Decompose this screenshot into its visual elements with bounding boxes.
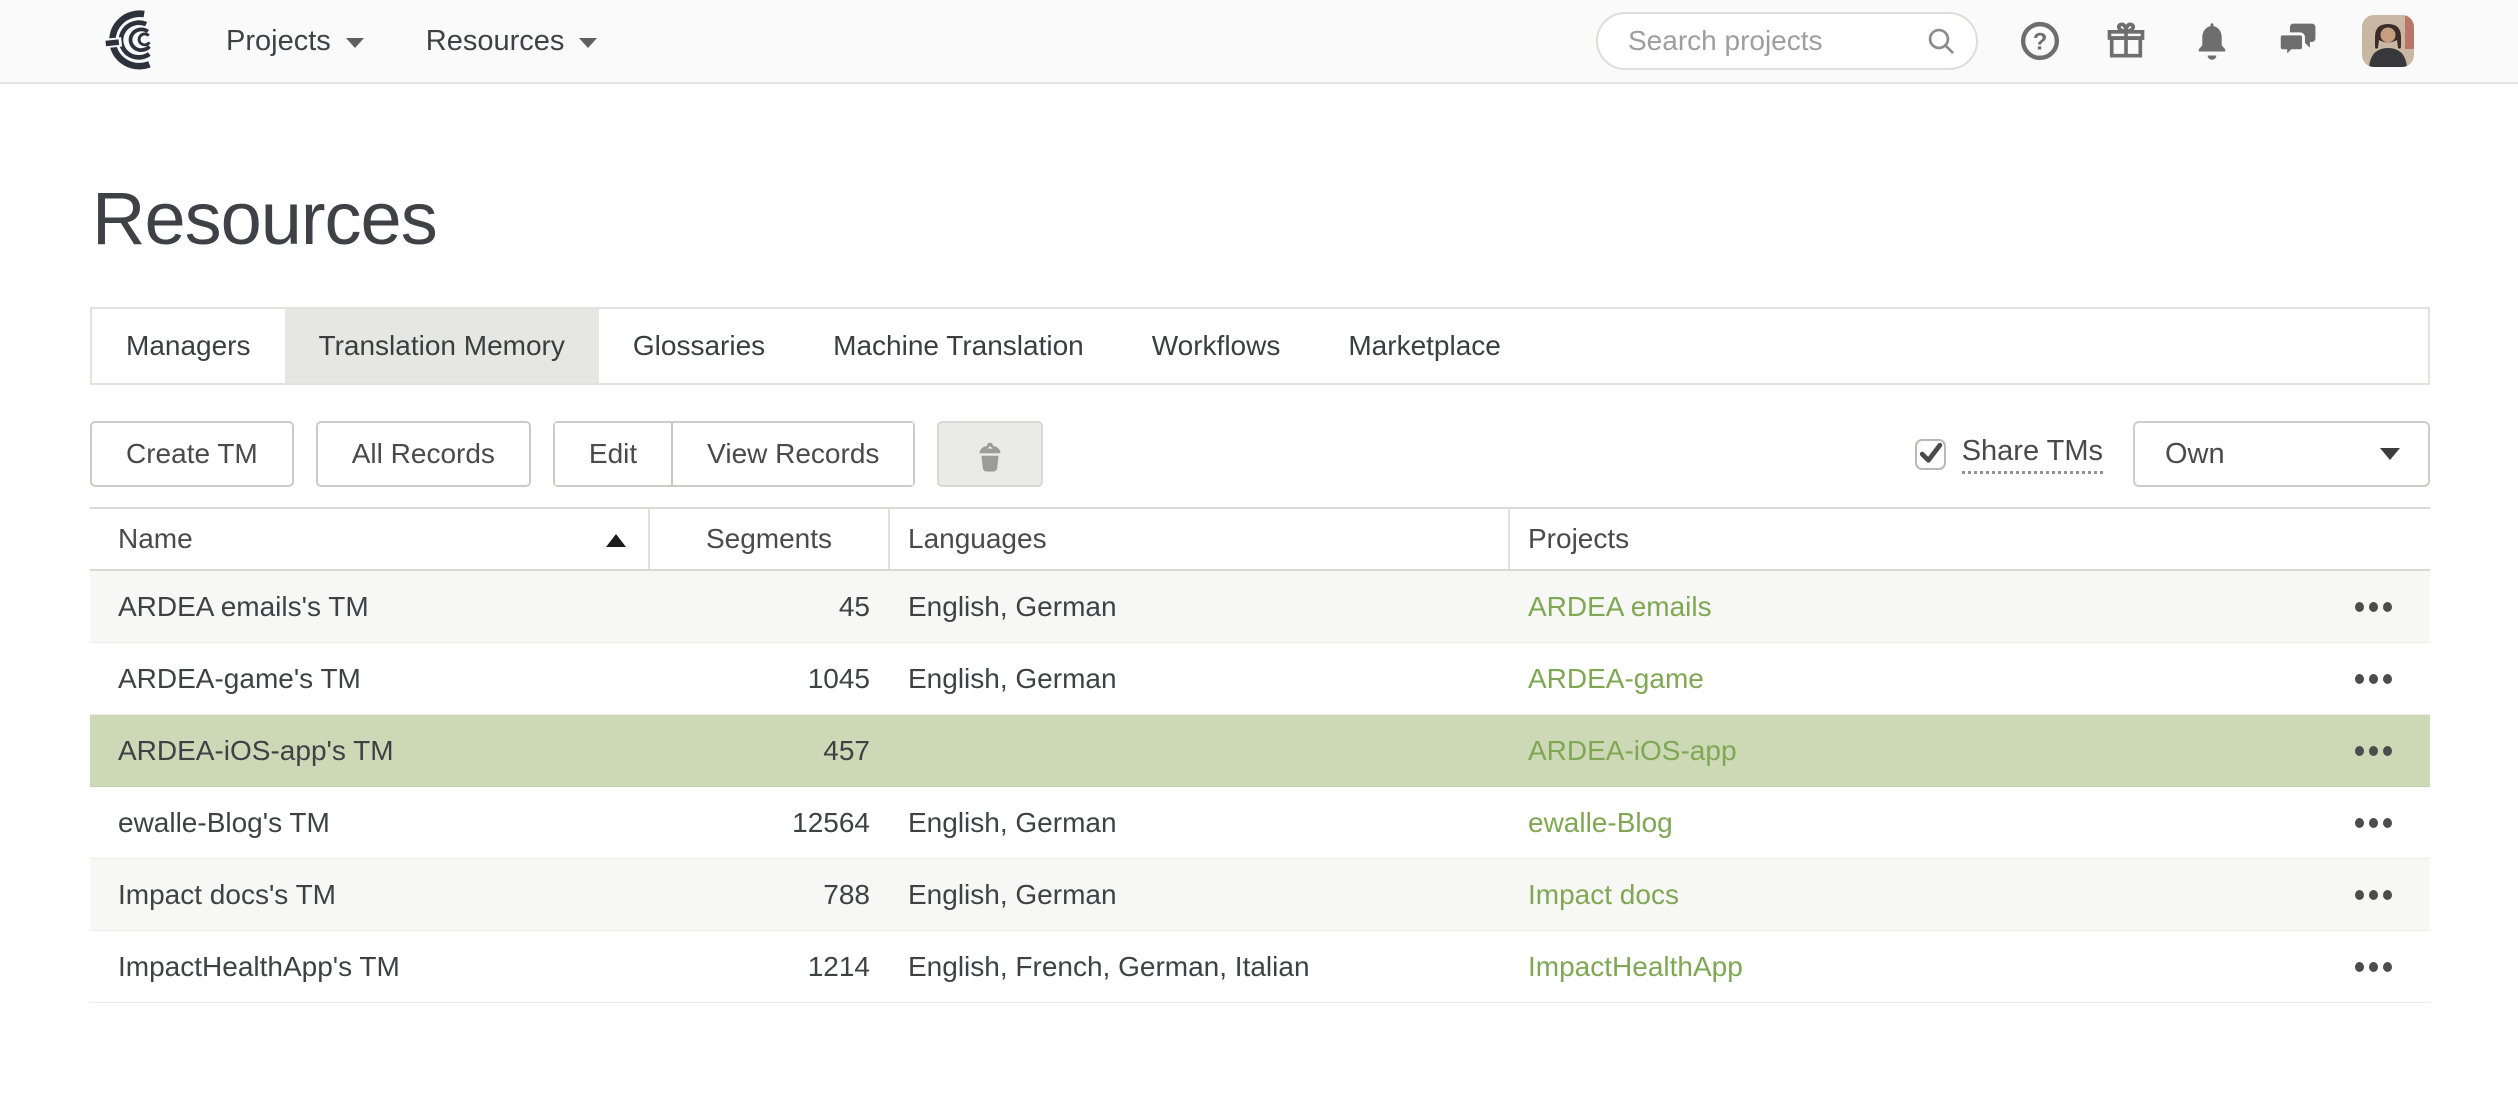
tm-name: ARDEA-iOS-app's TM	[90, 735, 650, 767]
tm-toolbar: Create TM All Records Edit View Records …	[90, 421, 2430, 487]
tm-languages: English, German	[890, 807, 1510, 839]
project-link[interactable]: ImpactHealthApp	[1528, 951, 1743, 983]
tm-name: ARDEA emails's TM	[90, 591, 650, 623]
tm-name: ImpactHealthApp's TM	[90, 951, 650, 983]
nav-menus: Projects Resources	[226, 25, 597, 58]
tm-languages: English, French, German, Italian	[890, 951, 1510, 983]
tm-scope-value: Own	[2165, 438, 2225, 471]
column-header-segments-label: Segments	[706, 523, 832, 555]
notifications-bell-icon[interactable]	[2190, 19, 2234, 63]
top-nav: Projects Resources ?	[0, 0, 2518, 84]
search-input[interactable]	[1628, 25, 1924, 57]
nav-icon-group: ?	[2018, 15, 2414, 67]
app-logo[interactable]	[100, 10, 160, 72]
nav-menu-resources-label: Resources	[426, 25, 565, 58]
table-row[interactable]: ewalle-Blog's TM 12564 English, German e…	[90, 787, 2430, 859]
column-header-languages-label: Languages	[908, 523, 1047, 555]
tab-translation-memory[interactable]: Translation Memory	[285, 309, 599, 383]
project-link[interactable]: Impact docs	[1528, 879, 1679, 911]
project-search[interactable]	[1596, 12, 1978, 70]
column-header-name[interactable]: Name	[90, 509, 650, 569]
trash-icon	[969, 433, 1011, 475]
tm-segments: 1045	[650, 663, 890, 695]
row-actions-menu[interactable]	[2335, 808, 2392, 838]
column-header-segments[interactable]: Segments	[650, 509, 890, 569]
tm-scope-select[interactable]: Own	[2133, 421, 2430, 487]
tm-languages: English, German	[890, 663, 1510, 695]
row-actions-menu[interactable]	[2335, 592, 2392, 622]
tm-name: Impact docs's TM	[90, 879, 650, 911]
row-actions-menu[interactable]	[2335, 664, 2392, 694]
table-row[interactable]: ARDEA emails's TM 45 English, German ARD…	[90, 571, 2430, 643]
tm-name: ewalle-Blog's TM	[90, 807, 650, 839]
tab-marketplace[interactable]: Marketplace	[1314, 309, 1535, 383]
table-row-selected[interactable]: ARDEA-iOS-app's TM 457 ARDEA-iOS-app	[90, 715, 2430, 787]
row-actions-menu[interactable]	[2335, 952, 2392, 982]
tm-segments: 12564	[650, 807, 890, 839]
gift-icon[interactable]	[2104, 19, 2148, 63]
nav-menu-resources[interactable]: Resources	[426, 25, 598, 58]
chevron-down-icon	[579, 38, 597, 48]
delete-tm-button[interactable]	[937, 421, 1043, 487]
resource-tabs: Managers Translation Memory Glossaries M…	[90, 307, 2430, 385]
create-tm-button[interactable]: Create TM	[90, 421, 294, 487]
tm-segments: 788	[650, 879, 890, 911]
project-link[interactable]: ARDEA emails	[1528, 591, 1712, 623]
user-avatar[interactable]	[2362, 15, 2414, 67]
edit-view-button-group: Edit View Records	[553, 421, 915, 487]
tm-languages: English, German	[890, 879, 1510, 911]
tm-languages: English, German	[890, 591, 1510, 623]
row-actions-menu[interactable]	[2335, 880, 2392, 910]
tm-table-header: Name Segments Languages Projects	[90, 507, 2430, 571]
tm-name: ARDEA-game's TM	[90, 663, 650, 695]
share-tms-group: Share TMs Own	[1915, 421, 2430, 487]
tm-segments: 45	[650, 591, 890, 623]
edit-button[interactable]: Edit	[555, 423, 671, 485]
project-link[interactable]: ARDEA-iOS-app	[1528, 735, 1737, 767]
tm-segments: 457	[650, 735, 890, 767]
search-icon[interactable]	[1924, 24, 1958, 58]
row-actions-menu[interactable]	[2335, 736, 2392, 766]
nav-menu-projects[interactable]: Projects	[226, 25, 364, 58]
select-caret-icon	[2380, 448, 2400, 460]
checkmark-icon	[1918, 440, 1943, 465]
help-icon[interactable]: ?	[2018, 19, 2062, 63]
svg-text:?: ?	[2033, 28, 2048, 55]
page-title: Resources	[92, 176, 2430, 261]
tm-segments: 1214	[650, 951, 890, 983]
column-header-projects[interactable]: Projects	[1510, 509, 2430, 569]
tab-managers[interactable]: Managers	[92, 309, 285, 383]
table-row[interactable]: ARDEA-game's TM 1045 English, German ARD…	[90, 643, 2430, 715]
share-tms-checkbox[interactable]	[1915, 439, 1946, 470]
table-row[interactable]: ImpactHealthApp's TM 1214 English, Frenc…	[90, 931, 2430, 1003]
view-records-button[interactable]: View Records	[671, 423, 913, 485]
sort-ascending-icon	[606, 534, 626, 547]
column-header-languages[interactable]: Languages	[890, 509, 1510, 569]
tm-table: Name Segments Languages Projects ARDEA e…	[90, 507, 2430, 1003]
column-header-projects-label: Projects	[1528, 523, 1629, 555]
all-records-button[interactable]: All Records	[316, 421, 531, 487]
tab-glossaries[interactable]: Glossaries	[599, 309, 799, 383]
chevron-down-icon	[346, 38, 364, 48]
tab-workflows[interactable]: Workflows	[1118, 309, 1315, 383]
messages-chat-icon[interactable]	[2276, 19, 2320, 63]
share-tms-label[interactable]: Share TMs	[1962, 435, 2103, 474]
project-link[interactable]: ARDEA-game	[1528, 663, 1704, 695]
tab-machine-translation[interactable]: Machine Translation	[799, 309, 1118, 383]
main-content: Resources Managers Translation Memory Gl…	[0, 176, 2518, 1003]
project-link[interactable]: ewalle-Blog	[1528, 807, 1673, 839]
column-header-name-label: Name	[118, 523, 193, 555]
nav-menu-projects-label: Projects	[226, 25, 331, 58]
table-row[interactable]: Impact docs's TM 788 English, German Imp…	[90, 859, 2430, 931]
